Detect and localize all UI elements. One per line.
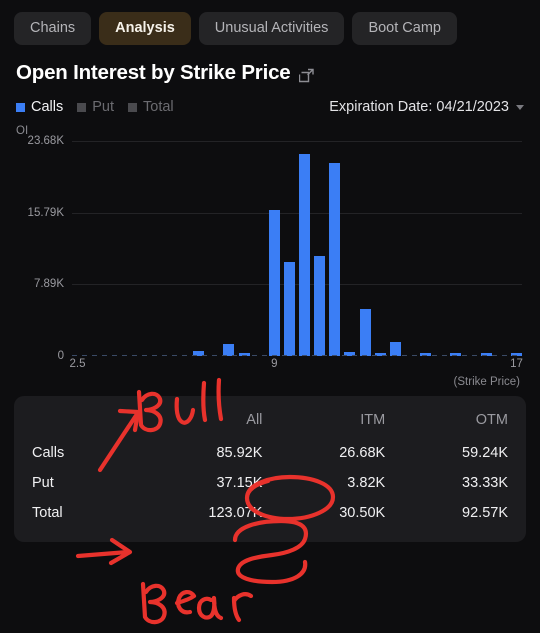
cell-total-otm: 92.57K	[462, 505, 508, 521]
chart-bar[interactable]	[283, 262, 295, 356]
y-axis-tick-label: 15.79K	[27, 206, 64, 219]
tab-analysis[interactable]: Analysis	[99, 12, 191, 45]
expiration-date-label: Expiration Date: 04/21/2023	[329, 99, 509, 115]
row-label-total: Total	[32, 505, 63, 521]
row-label-calls: Calls	[32, 445, 65, 461]
cell-total-all: 123.07K	[208, 505, 263, 521]
legend-item-put[interactable]: Put	[77, 99, 114, 115]
tab-unusual-activities[interactable]: Unusual Activities	[198, 12, 345, 45]
y-axis-tick-label: 7.89K	[33, 278, 64, 291]
y-axis-title: OI	[16, 125, 29, 137]
x-axis-tick-label: 9	[271, 358, 278, 370]
y-axis-tick-label: 23.68K	[27, 135, 64, 147]
cell-calls-otm: 59.24K	[462, 445, 508, 461]
chart-plot-area[interactable]: 23.68K 15.79K 7.89K 0	[28, 135, 522, 362]
chart-bars	[72, 141, 522, 356]
column-header-itm: ITM	[360, 412, 386, 428]
cell-put-itm: 3.82K	[347, 475, 386, 491]
table-row: Put 37.15K 3.82K 33.33K	[32, 468, 508, 498]
column-header-otm: OTM	[475, 412, 508, 428]
chart-bar[interactable]	[314, 256, 326, 356]
page-title: Open Interest by Strike Price	[16, 61, 291, 84]
cell-calls-itm: 26.68K	[339, 445, 386, 461]
summary-card: All ITM OTM Calls 85.92K 26.68K 59.24K P…	[14, 396, 526, 542]
x-axis-title: (Strike Price)	[453, 376, 520, 388]
chart-bar[interactable]	[359, 308, 371, 356]
title-row: Open Interest by Strike Price	[0, 48, 540, 85]
legend-swatch-calls	[16, 102, 25, 112]
chevron-down-icon	[516, 104, 524, 110]
chart-container: OI 23.68K 15.79K 7.89K 0 2.5 9 17 (Strike Pri…	[0, 125, 540, 388]
tab-bar: Chains Analysis Unusual Activities Boot …	[0, 0, 540, 48]
legend-item-total[interactable]: Total	[128, 99, 174, 115]
x-axis-tick-label: 17	[510, 358, 523, 370]
expiration-date-selector[interactable]: Expiration Date: 04/21/2023	[329, 99, 524, 115]
y-axis-tick-label: 0	[57, 350, 64, 362]
table-corner-cell	[32, 408, 118, 438]
chart-bar[interactable]	[268, 209, 280, 356]
share-external-icon[interactable]	[299, 67, 316, 84]
cell-put-all: 37.15K	[216, 475, 263, 491]
cell-calls-all: 85.92K	[216, 445, 263, 461]
chart-bar[interactable]	[299, 153, 311, 356]
cell-put-otm: 33.33K	[462, 475, 508, 491]
summary-table: All ITM OTM Calls 85.92K 26.68K 59.24K P…	[32, 408, 508, 528]
chart-legend: Calls Put Total	[16, 99, 174, 115]
legend-swatch-total	[128, 102, 137, 112]
legend-label-calls: Calls	[31, 99, 64, 115]
column-header-all: All	[246, 412, 263, 428]
cell-total-itm: 30.50K	[339, 505, 386, 521]
legend-item-calls[interactable]: Calls	[16, 99, 63, 115]
chart-bar[interactable]	[329, 162, 341, 356]
tab-chains[interactable]: Chains	[14, 12, 92, 45]
legend-swatch-put	[77, 102, 87, 112]
table-header-row: All ITM OTM	[32, 408, 508, 438]
legend-label-total: Total	[143, 99, 174, 115]
legend-row: Calls Put Total Expiration Date: 04/21/2…	[0, 85, 540, 115]
chart-bar[interactable]	[389, 342, 401, 356]
tab-boot-camp[interactable]: Boot Camp	[352, 12, 457, 45]
chart-x-axis: 2.5 9 17	[69, 356, 523, 374]
table-row: Calls 85.92K 26.68K 59.24K	[32, 438, 508, 468]
annotation-bear-text	[140, 581, 254, 625]
table-row: Total 123.07K 30.50K 92.57K	[32, 498, 508, 528]
legend-label-put: Put	[92, 99, 114, 115]
annotation-bear-arrow	[75, 537, 133, 566]
x-axis-tick-label: 2.5	[69, 358, 86, 370]
row-label-put: Put	[32, 475, 54, 491]
